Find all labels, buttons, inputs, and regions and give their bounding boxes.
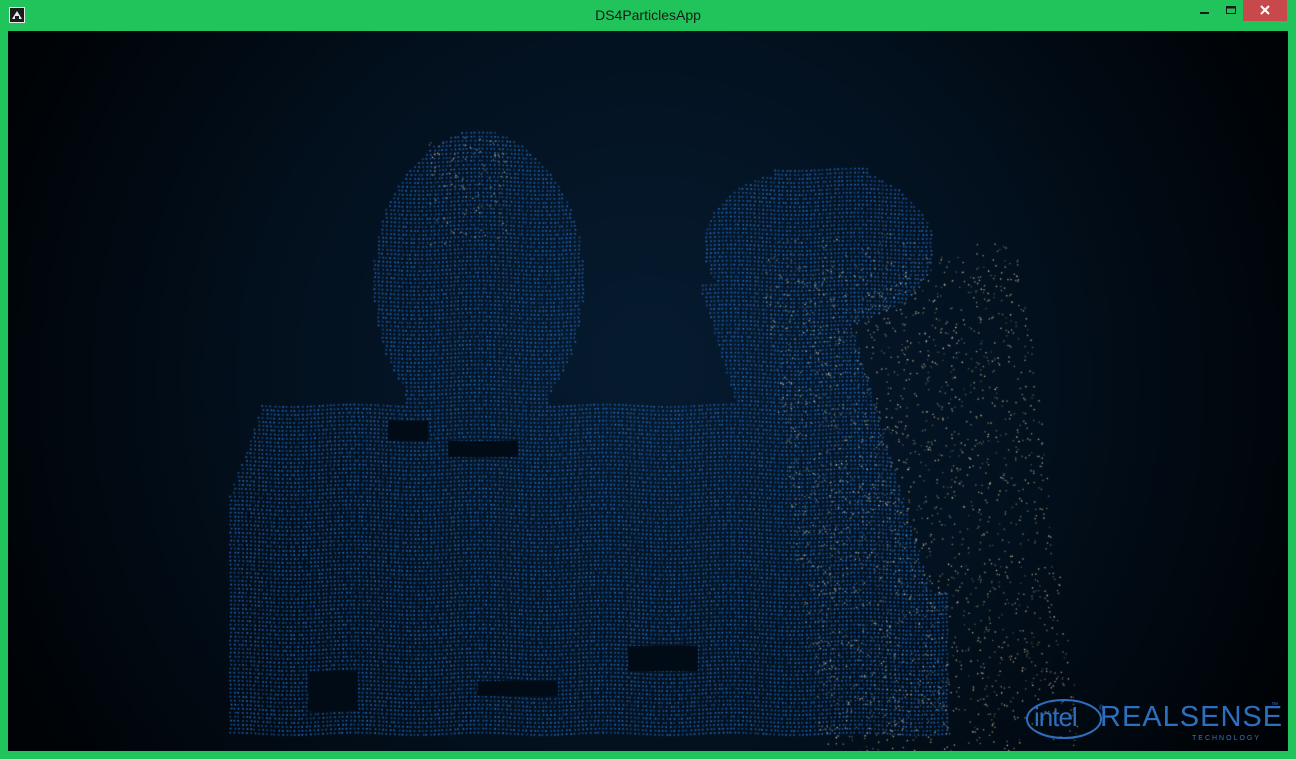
minimize-icon — [1200, 12, 1209, 14]
intel-realsense-logo: intel ® REALSENSE TECHNOLOGY ™ — [1020, 695, 1282, 745]
minimize-button[interactable] — [1192, 0, 1218, 21]
app-window: DS4ParticlesApp intel ® REALSENSE TECHNO… — [0, 0, 1296, 759]
maximize-button[interactable] — [1218, 0, 1244, 21]
particle-viewport[interactable]: intel ® REALSENSE TECHNOLOGY ™ — [8, 31, 1288, 751]
maximize-icon — [1226, 6, 1236, 14]
title-bar[interactable]: DS4ParticlesApp — [0, 0, 1296, 30]
close-icon — [1260, 5, 1270, 15]
logo-intel-text: intel — [1034, 702, 1078, 732]
logo-technology-text: TECHNOLOGY — [1192, 735, 1262, 742]
close-button[interactable] — [1243, 0, 1287, 21]
logo-trademark: ™ — [1271, 702, 1278, 709]
logo-realsense-text: REALSENSE — [1100, 701, 1284, 733]
window-title: DS4ParticlesApp — [595, 7, 701, 23]
depth-point-cloud — [8, 31, 1288, 751]
